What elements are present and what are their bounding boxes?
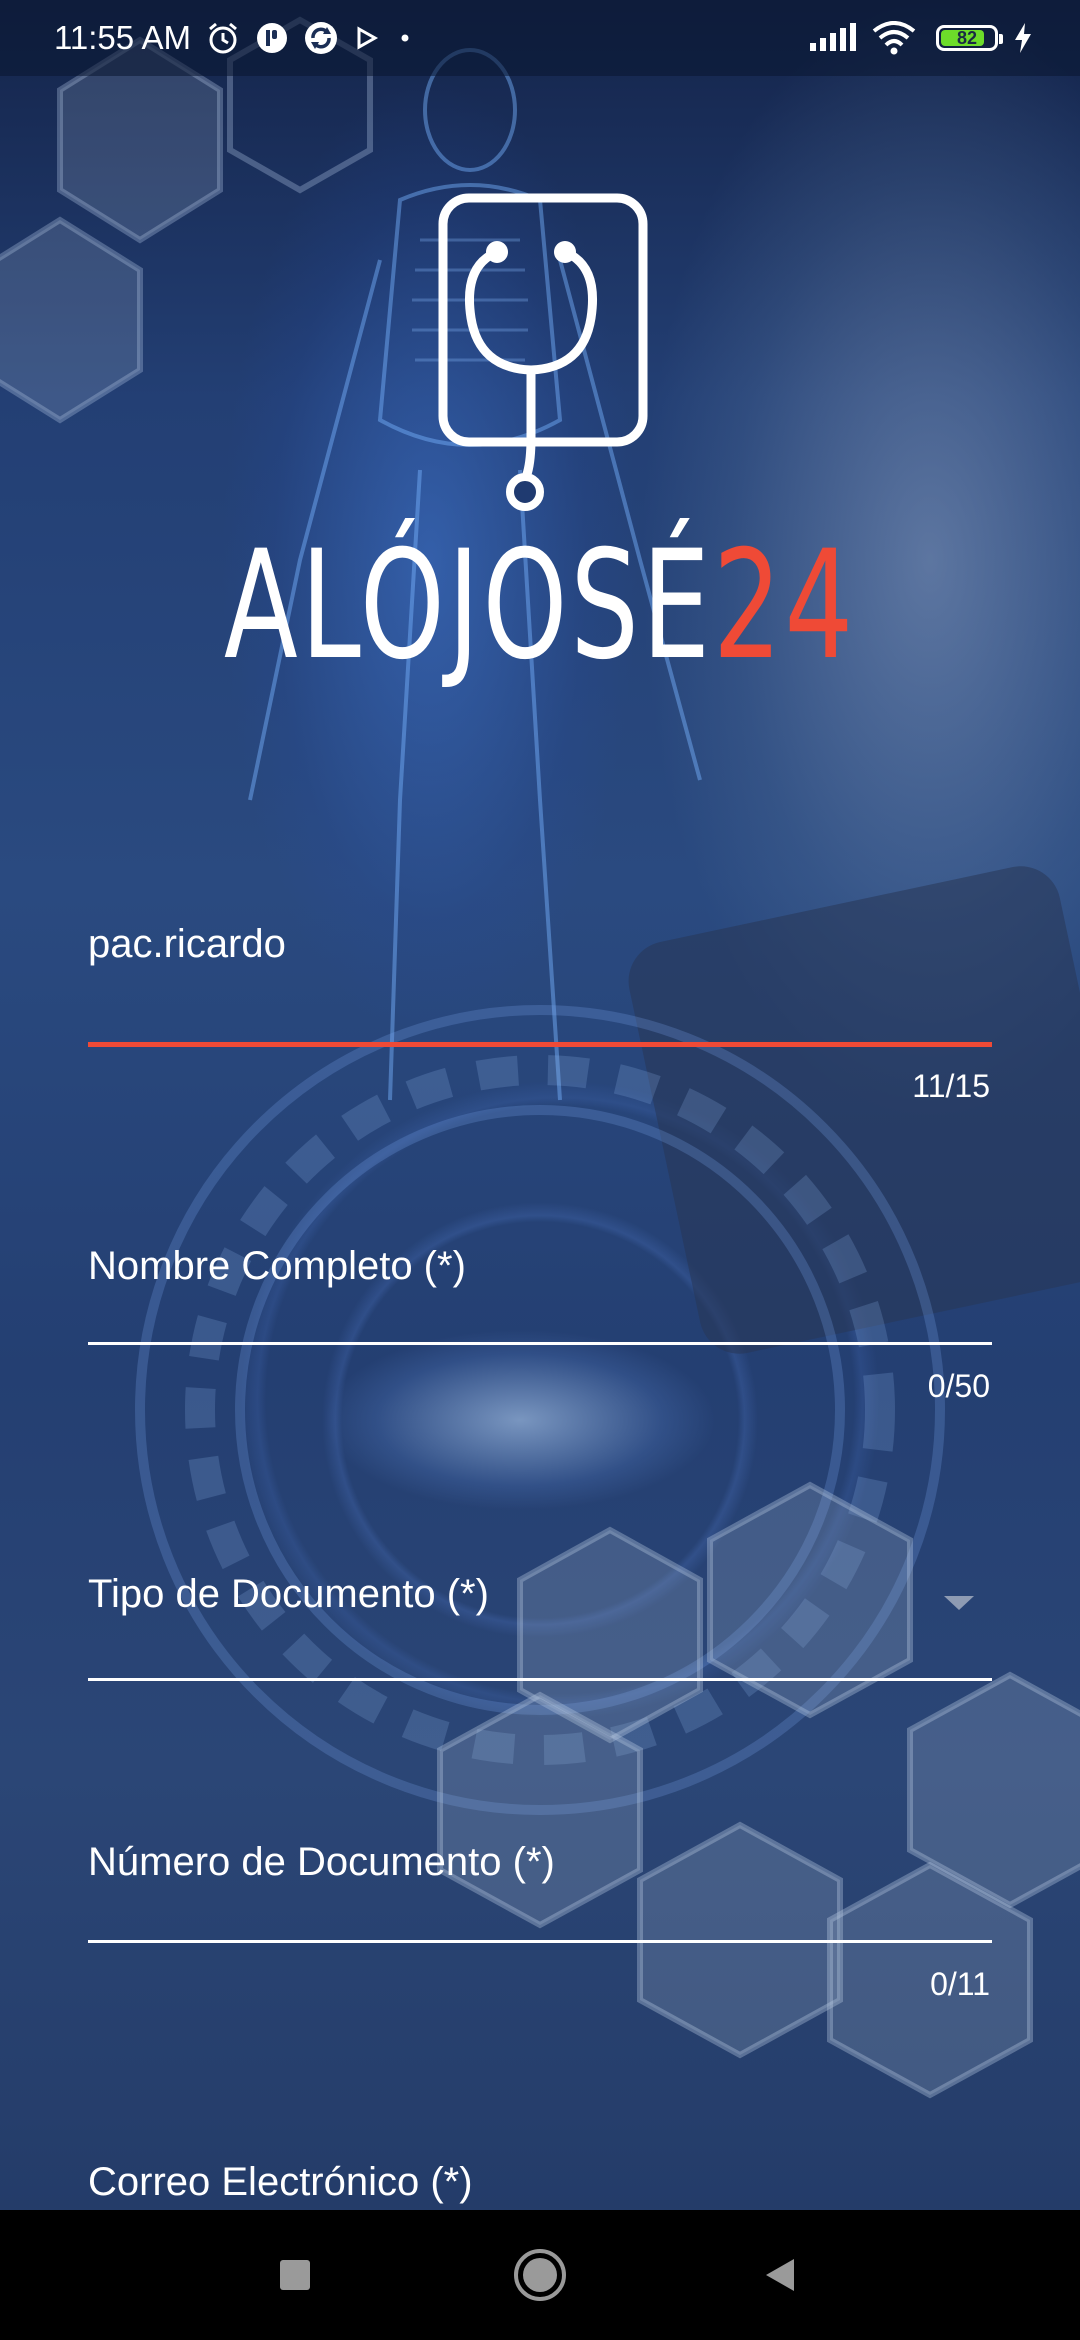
dot-icon	[395, 28, 415, 48]
battery-icon: 82	[936, 25, 1003, 51]
stethoscope-phone-icon	[438, 193, 648, 511]
charging-icon	[1012, 22, 1034, 54]
battery-cap	[999, 34, 1003, 44]
app-wordmark: ALÓJOSÉ24	[151, 526, 929, 686]
back-triangle-icon[interactable]	[735, 2230, 825, 2320]
status-bar: 11:55 AM 82	[0, 0, 1080, 76]
document-number-counter: 0/11	[930, 1966, 990, 2002]
app-notification-icon	[255, 21, 289, 55]
home-circle-icon[interactable]	[495, 2230, 585, 2320]
app-logo: ALÓJOSÉ24	[0, 190, 1080, 686]
battery-level: 82	[956, 27, 978, 48]
recents-square-icon[interactable]	[250, 2230, 340, 2320]
full-name-underline	[88, 1342, 992, 1345]
wifi-icon	[872, 21, 916, 55]
document-type-dropdown[interactable]: Tipo de Documento (*)	[88, 1570, 992, 1681]
full-name-counter: 0/50	[927, 1368, 990, 1404]
username-counter: 11/15	[912, 1068, 990, 1104]
full-name-field[interactable]: Nombre Completo (*) 0/50	[88, 1242, 992, 1404]
username-underline	[88, 1042, 992, 1047]
username-input-value[interactable]: pac.ricardo	[88, 920, 992, 968]
status-time: 11:55 AM	[54, 19, 191, 56]
email-label[interactable]: Correo Electrónico (*)	[88, 2158, 992, 2206]
signal-icon	[808, 23, 858, 53]
sync-notification-icon	[303, 20, 339, 56]
status-bar-right: 82	[808, 21, 1034, 55]
status-bar-left: 11:55 AM	[54, 19, 415, 57]
document-type-label[interactable]: Tipo de Documento (*)	[88, 1570, 992, 1618]
document-type-underline	[88, 1678, 992, 1681]
navigation-bar	[0, 2210, 1080, 2340]
username-field[interactable]: pac.ricardo 11/15	[88, 920, 992, 1104]
wordmark-white: ALÓJOSÉ	[223, 519, 713, 693]
document-number-label[interactable]: Número de Documento (*)	[88, 1838, 992, 1886]
document-number-underline	[88, 1940, 992, 1943]
document-number-field[interactable]: Número de Documento (*) 0/11	[88, 1838, 992, 2002]
wordmark-red: 24	[712, 519, 857, 693]
chevron-down-icon[interactable]	[944, 1596, 974, 1610]
email-field[interactable]: Correo Electrónico (*)	[88, 2158, 992, 2206]
alarm-icon	[205, 20, 241, 56]
play-notification-icon	[353, 24, 381, 52]
full-name-label[interactable]: Nombre Completo (*)	[88, 1242, 992, 1290]
